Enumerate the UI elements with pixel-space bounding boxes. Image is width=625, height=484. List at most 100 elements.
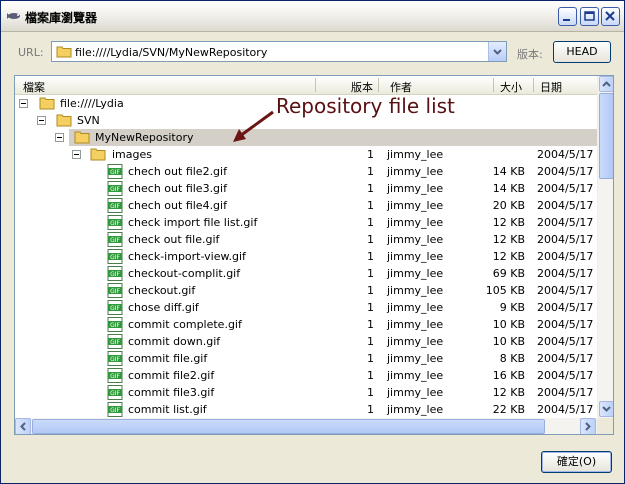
horizontal-scroll-thumb[interactable]: [32, 419, 545, 434]
file-row[interactable]: GIF chech out file2.gif 1 jimmy_lee 14 KB 200…: [15, 163, 597, 180]
gif-icon-label: GIF: [110, 373, 120, 380]
scroll-right-button[interactable]: [580, 418, 596, 434]
folder-icon: [74, 131, 90, 144]
file-row[interactable]: GIF commit down.gif 1 jimmy_lee 10 KB 2004/5/…: [15, 333, 597, 350]
tree-row[interactable]: images 1 jimmy_lee 2004/5/17: [15, 146, 597, 163]
column-revision[interactable]: 版本: [351, 79, 373, 95]
revision-cell: 1: [367, 352, 374, 365]
file-row[interactable]: GIF chose diff.gif 1 jimmy_lee 9 KB 2004/5/17: [15, 299, 597, 316]
date-cell: 2004/5/17: [537, 216, 594, 229]
url-dropdown-button[interactable]: [488, 42, 506, 61]
column-divider[interactable]: [315, 78, 316, 92]
date-cell: 2004/5/17: [537, 369, 594, 382]
column-author[interactable]: 作者: [390, 79, 412, 95]
scroll-up-button[interactable]: [599, 76, 613, 92]
size-cell: 12 KB: [492, 233, 525, 246]
gif-icon-label: GIF: [110, 288, 120, 295]
url-label: URL:: [18, 46, 44, 59]
size-cell: 12 KB: [492, 386, 525, 399]
author-cell: jimmy_lee: [387, 318, 444, 331]
file-row[interactable]: GIF checkout-complit.gif 1 jimmy_lee 69 KB 20…: [15, 265, 597, 282]
author-cell: jimmy_lee: [387, 267, 444, 280]
gif-icon-label: GIF: [110, 339, 120, 346]
ok-button[interactable]: 確定(O): [541, 451, 612, 473]
date-cell: 2004/5/17: [537, 199, 594, 212]
column-date[interactable]: 日期: [540, 79, 562, 95]
horizontal-scrollbar[interactable]: [15, 418, 597, 434]
revision-cell: 1: [367, 318, 374, 331]
author-cell: jimmy_lee: [387, 301, 444, 314]
minimize-icon: [563, 19, 570, 21]
close-button[interactable]: [601, 7, 620, 26]
collapse-icon[interactable]: [37, 116, 46, 125]
tree-item-label: MyNewRepository: [95, 131, 194, 144]
file-row[interactable]: GIF commit list.gif 1 jimmy_lee 22 KB 2004/5/…: [15, 401, 597, 417]
collapse-icon[interactable]: [19, 99, 28, 108]
revision-cell: 1: [367, 233, 374, 246]
scroll-down-button[interactable]: [599, 401, 613, 417]
collapse-icon[interactable]: [55, 133, 64, 142]
folder-icon: [90, 148, 106, 161]
revision-cell: 1: [367, 369, 374, 382]
file-name: check out file.gif: [128, 233, 220, 246]
minimize-button[interactable]: [558, 7, 577, 26]
date-cell: 2004/5/17: [537, 250, 594, 263]
file-row[interactable]: GIF check import file list.gif 1 jimmy_lee 1…: [15, 214, 597, 231]
gif-file-icon: GIF: [107, 368, 123, 383]
collapse-icon[interactable]: [72, 150, 81, 159]
gif-icon-label: GIF: [110, 203, 120, 210]
column-divider[interactable]: [493, 78, 494, 92]
revision-cell: 1: [367, 403, 374, 416]
gif-file-icon: GIF: [107, 266, 123, 281]
size-cell: 14 KB: [492, 182, 525, 195]
date-cell: 2004/5/17: [537, 267, 594, 280]
file-row[interactable]: GIF chech out file4.gif 1 jimmy_lee 20 KB 200…: [15, 197, 597, 214]
title-bar[interactable]: 檔案庫瀏覽器: [1, 1, 624, 32]
file-row[interactable]: GIF check-import-view.gif 1 jimmy_lee 12 KB 2…: [15, 248, 597, 265]
repository-file-list[interactable]: 檔案 版本 作者 大小 日期 file:////Lydia SVN MyNewR…: [14, 75, 614, 435]
app-icon: [7, 13, 20, 19]
date-cell: 2004/5/17: [537, 182, 594, 195]
scroll-left-button[interactable]: [15, 418, 31, 434]
size-cell: 69 KB: [492, 267, 525, 280]
file-row[interactable]: GIF check out file.gif 1 jimmy_lee 12 KB 2004…: [15, 231, 597, 248]
tree-item-label: SVN: [77, 114, 100, 127]
file-row[interactable]: GIF commit complete.gif 1 jimmy_lee 10 KB 200…: [15, 316, 597, 333]
gif-icon-label: GIF: [110, 254, 120, 261]
column-header: 檔案 版本 作者 大小 日期: [15, 76, 597, 95]
folder-icon: [56, 46, 72, 58]
author-cell: jimmy_lee: [387, 335, 444, 348]
size-cell: 14 KB: [492, 165, 525, 178]
file-row[interactable]: GIF commit file.gif 1 jimmy_lee 8 KB 2004/5/1…: [15, 350, 597, 367]
column-size[interactable]: 大小: [500, 79, 522, 95]
size-cell: 105 KB: [485, 284, 525, 297]
tree-item-label: images: [112, 148, 152, 161]
date-cell: 2004/5/17: [537, 386, 594, 399]
url-combobox[interactable]: file:////Lydia/SVN/MyNewRepository: [51, 41, 507, 62]
file-row[interactable]: GIF commit file2.gif 1 jimmy_lee 16 KB 2004/5…: [15, 367, 597, 384]
folder-icon: [39, 97, 55, 110]
size-cell: 12 KB: [492, 250, 525, 263]
revision-cell: 1: [367, 301, 374, 314]
tree-row-selected[interactable]: MyNewRepository: [55, 129, 597, 146]
head-revision-button[interactable]: HEAD: [553, 41, 611, 63]
file-row[interactable]: GIF checkout.gif 1 jimmy_lee 105 KB 2004/5/17: [15, 282, 597, 299]
column-divider[interactable]: [533, 78, 534, 92]
annotation-arrow-icon: [233, 110, 274, 142]
tree-item-label: file:////Lydia: [60, 97, 124, 110]
window-title: 檔案庫瀏覽器: [25, 11, 98, 25]
scroll-thumb[interactable]: [599, 93, 613, 179]
file-row[interactable]: GIF chech out file3.gif 1 jimmy_lee 14 KB 200…: [15, 180, 597, 197]
file-row[interactable]: GIF commit file3.gif 1 jimmy_lee 12 KB 2004/5…: [15, 384, 597, 401]
gif-icon-label: GIF: [110, 169, 120, 176]
column-file[interactable]: 檔案: [23, 79, 45, 95]
maximize-button[interactable]: [580, 7, 599, 26]
gif-file-icon: GIF: [107, 402, 123, 417]
scrollbar-corner: [597, 418, 613, 434]
file-name: checkout-complit.gif: [128, 267, 241, 280]
vertical-scrollbar[interactable]: [597, 76, 613, 418]
column-divider[interactable]: [378, 78, 379, 92]
size-cell: 12 KB: [492, 216, 525, 229]
maximize-icon: [584, 11, 595, 21]
chevron-up-icon: [602, 81, 611, 87]
